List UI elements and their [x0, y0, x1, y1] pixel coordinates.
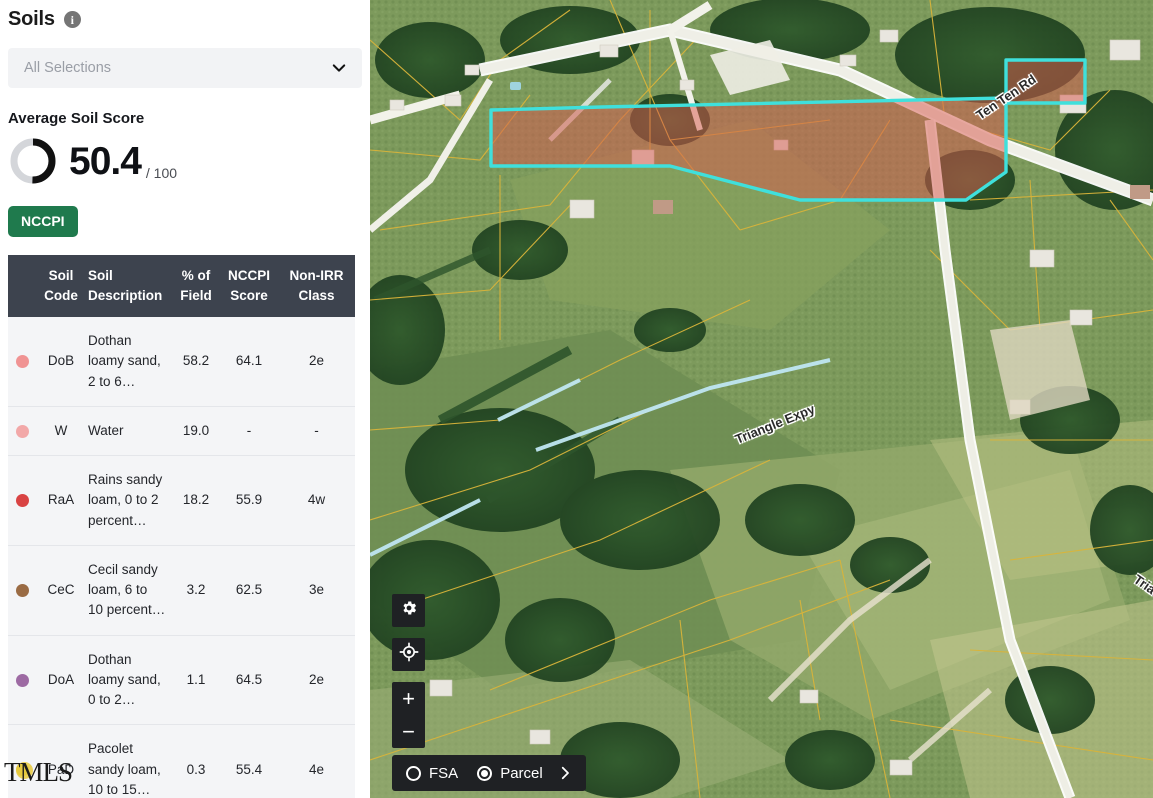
average-score-denominator: / 100 — [146, 165, 177, 186]
layer-option-fsa-label: FSA — [429, 765, 458, 782]
info-icon[interactable]: i — [64, 11, 81, 28]
map-controls: + − — [392, 594, 425, 748]
soils-table-wrapper: Soil Code Soil Description % of Field NC… — [8, 255, 355, 798]
col-soil-code: Soil Code — [38, 255, 84, 317]
soil-color-cell — [8, 456, 38, 546]
gear-icon — [400, 599, 418, 622]
soil-code: DoA — [38, 635, 84, 725]
table-row[interactable]: RaARains sandy loam, 0 to 2 percent…18.2… — [8, 456, 355, 546]
non-irr-class: 2e — [278, 317, 355, 406]
soil-color-dot — [16, 494, 29, 507]
col-pct-field: % of Field — [172, 255, 220, 317]
col-nccpi-score: NCCPI Score — [220, 255, 278, 317]
soil-description: Water — [84, 406, 172, 455]
soil-color-cell — [8, 545, 38, 635]
selection-dropdown-value: All Selections — [24, 60, 330, 76]
soil-color-dot — [16, 355, 29, 368]
col-soil-description: Soil Description — [84, 255, 172, 317]
table-header-row: Soil Code Soil Description % of Field NC… — [8, 255, 355, 317]
average-score-value: 50.4 — [69, 142, 141, 181]
layer-option-fsa[interactable]: FSA — [406, 765, 458, 782]
map-view[interactable]: Ten Ten Rd Ten Ten Rd Johnson Pond Rd Jo… — [370, 0, 1153, 798]
soil-description: Dothan loamy sand, 0 to 2… — [84, 635, 172, 725]
soil-color-dot — [16, 425, 29, 438]
layer-toggle-bar: FSA Parcel — [392, 755, 586, 791]
soil-description: Rains sandy loam, 0 to 2 percent… — [84, 456, 172, 546]
soil-description: Cecil sandy loam, 6 to 10 percent… — [84, 545, 172, 635]
nccpi-score: 64.5 — [220, 635, 278, 725]
soil-description: Pacolet sandy loam, 10 to 15… — [84, 725, 172, 798]
non-irr-class: 4e — [278, 725, 355, 798]
map-locate-button[interactable] — [392, 638, 425, 671]
radio-selected-icon — [477, 766, 492, 781]
soil-color-dot — [16, 674, 29, 687]
soils-table-body: DoBDothan loamy sand, 2 to 6…58.264.12eW… — [8, 317, 355, 798]
radio-unselected-icon — [406, 766, 421, 781]
page-title: Soils — [8, 8, 55, 31]
pct-of-field: 58.2 — [172, 317, 220, 406]
nccpi-badge[interactable]: NCCPI — [8, 206, 78, 237]
table-row[interactable]: CeCCecil sandy loam, 6 to 10 percent…3.2… — [8, 545, 355, 635]
nccpi-score: 55.9 — [220, 456, 278, 546]
non-irr-class: 4w — [278, 456, 355, 546]
col-color — [8, 255, 38, 317]
panel-header: Soils i — [0, 0, 370, 31]
soils-table: Soil Code Soil Description % of Field NC… — [8, 255, 355, 798]
nccpi-score: 64.1 — [220, 317, 278, 406]
map-labels: Ten Ten Rd Ten Ten Rd Johnson Pond Rd Jo… — [370, 0, 1153, 798]
soil-color-cell — [8, 406, 38, 455]
crosshair-icon — [399, 642, 419, 667]
average-score-row: 50.4 / 100 — [8, 136, 370, 186]
soils-map-app: Soils i All Selections Average Soil Scor… — [0, 0, 1153, 798]
soil-description: Dothan loamy sand, 2 to 6… — [84, 317, 172, 406]
soil-color-dot — [16, 763, 29, 776]
layer-option-parcel-label: Parcel — [500, 765, 543, 782]
soils-panel: Soils i All Selections Average Soil Scor… — [0, 0, 370, 798]
score-donut-gauge — [8, 136, 58, 186]
road-label: Ten Ten Rd — [973, 72, 1038, 123]
non-irr-class: - — [278, 406, 355, 455]
soil-color-cell — [8, 317, 38, 406]
nccpi-score: 62.5 — [220, 545, 278, 635]
soil-color-cell — [8, 725, 38, 798]
map-zoom-controls: + − — [392, 682, 425, 748]
selection-dropdown[interactable]: All Selections — [8, 48, 362, 88]
pct-of-field: 1.1 — [172, 635, 220, 725]
chevron-down-icon — [330, 59, 348, 77]
nccpi-score: - — [220, 406, 278, 455]
layer-option-parcel[interactable]: Parcel — [477, 765, 543, 782]
pct-of-field: 0.3 — [172, 725, 220, 798]
soil-code: PaD — [38, 725, 84, 798]
soil-color-cell — [8, 635, 38, 725]
col-non-irr-class: Non-IRR Class — [278, 255, 355, 317]
soils-table-head: Soil Code Soil Description % of Field NC… — [8, 255, 355, 317]
table-row[interactable]: WWater19.0-- — [8, 406, 355, 455]
pct-of-field: 19.0 — [172, 406, 220, 455]
soil-code: DoB — [38, 317, 84, 406]
road-label: Triangle Expy — [733, 401, 817, 447]
soil-color-dot — [16, 584, 29, 597]
soil-code: CeC — [38, 545, 84, 635]
table-row[interactable]: DoADothan loamy sand, 0 to 2…1.164.52e — [8, 635, 355, 725]
pct-of-field: 3.2 — [172, 545, 220, 635]
non-irr-class: 2e — [278, 635, 355, 725]
table-row[interactable]: DoBDothan loamy sand, 2 to 6…58.264.12e — [8, 317, 355, 406]
non-irr-class: 3e — [278, 545, 355, 635]
zoom-out-button[interactable]: − — [392, 715, 425, 748]
pct-of-field: 18.2 — [172, 456, 220, 546]
chevron-right-icon[interactable] — [556, 764, 574, 782]
road-label: Triangle Expy — [1131, 572, 1153, 633]
soil-code: W — [38, 406, 84, 455]
table-row[interactable]: PaDPacolet sandy loam, 10 to 15…0.355.44… — [8, 725, 355, 798]
soil-code: RaA — [38, 456, 84, 546]
nccpi-score: 55.4 — [220, 725, 278, 798]
map-settings-button[interactable] — [392, 594, 425, 627]
zoom-in-button[interactable]: + — [392, 682, 425, 715]
average-soil-score-label: Average Soil Score — [8, 110, 370, 127]
